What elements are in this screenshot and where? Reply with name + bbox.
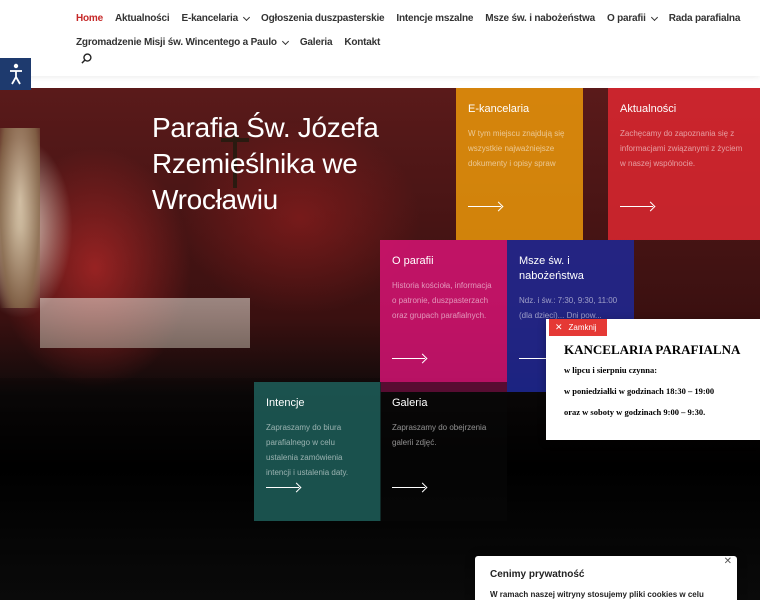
arrow-right-icon xyxy=(392,354,426,362)
tile-desc: Historia kościoła, informacja o patronie… xyxy=(392,281,492,320)
accessibility-button[interactable] xyxy=(0,58,31,90)
tile-title: Intencje xyxy=(266,397,305,409)
nav-item-label: Aktualności xyxy=(114,13,170,24)
nav-item-label: E-kancelaria xyxy=(181,13,238,24)
chevron-down-icon xyxy=(281,37,289,45)
nav-item-label: Rada parafialna xyxy=(668,13,741,24)
nav-item-label: O parafii xyxy=(606,13,646,24)
tile-title: E-kancelaria xyxy=(468,103,530,115)
tile-title: Galeria xyxy=(392,397,428,409)
nav-item-galeria[interactable]: Galeria xyxy=(300,37,333,48)
nav-item-label: Msze św. i nabożeństwa xyxy=(485,13,595,24)
arrow-right-icon xyxy=(620,202,654,210)
tile-title: Msze św. i nabożeństwa xyxy=(519,255,584,282)
popup-line-2: w poniedziałki w godzinach 18:30 – 19:00 xyxy=(564,386,715,396)
popup-line-3: oraz w soboty w godzinach 9:00 – 9:30. xyxy=(564,407,706,417)
search-icon[interactable] xyxy=(81,53,92,64)
chevron-down-icon xyxy=(650,13,658,21)
page-title: Parafia Św. Józefa Rzemieślnika we Wrocł… xyxy=(152,112,379,215)
nav-item-intencje-mszalne[interactable]: Intencje mszalne xyxy=(396,13,473,24)
nav-item-label: Galeria xyxy=(299,37,333,48)
wheelchair-icon xyxy=(9,63,22,85)
nav-item-label: Intencje mszalne xyxy=(396,13,474,24)
nav-item-zgromadzenie-misji-w-wincentego-a-paulo[interactable]: Zgromadzenie Misji św. Wincentego a Paul… xyxy=(76,37,289,48)
office-hours-popup: KANCELARIA PARAFIALNA w lipcu i sierpniu… xyxy=(546,319,760,440)
popup-close-label: Zamknij xyxy=(568,323,597,332)
nav-item-rada-parafialna[interactable]: Rada parafialna xyxy=(668,13,741,24)
nav-item-msze-w-i-nabo-e-stwa[interactable]: Msze św. i nabożeństwa xyxy=(485,13,595,24)
tile-title: Aktualności xyxy=(620,103,677,115)
altar-image xyxy=(40,298,250,348)
site-header: Home Aktualności E-kancelaria Ogłoszenia du… xyxy=(0,0,760,76)
nav-item-o-parafii[interactable]: O parafii xyxy=(606,13,658,24)
arrow-right-icon xyxy=(468,202,502,210)
privacy-close-icon[interactable]: ✕ xyxy=(724,556,732,567)
nav-item-label: Ogłoszenia duszpasterskie xyxy=(261,13,385,24)
tile-galeria[interactable]: Galeria Zapraszamy do obejrzenia galerii… xyxy=(380,382,507,521)
popup-line-1: w lipcu i sierpniu czynna: xyxy=(564,365,658,375)
arrow-right-icon xyxy=(392,483,426,491)
privacy-text: W ramach naszej witryny stosujemy pliki … xyxy=(490,590,704,599)
nav-item-label: Home xyxy=(76,13,103,24)
tile-desc: Zachęcamy do zapoznania się z informacja… xyxy=(620,129,743,168)
tile-desc: Zapraszamy do biura parafialnego w celu … xyxy=(266,423,349,477)
nav-item-label: Zgromadzenie Misji św. Wincentego a Paul… xyxy=(76,37,277,48)
main-nav-row-2: Zgromadzenie Misji św. Wincentego a Paul… xyxy=(76,37,392,48)
popup-title: KANCELARIA PARAFIALNA xyxy=(564,342,741,357)
privacy-title: Cenimy prywatność xyxy=(490,569,585,580)
nav-item-aktualno-ci[interactable]: Aktualności xyxy=(114,13,170,24)
tile-desc: Zapraszamy do obejrzenia galerii zdjęć. xyxy=(392,423,487,447)
arrow-right-icon xyxy=(266,483,300,491)
nav-item-e-kancelaria[interactable]: E-kancelaria xyxy=(181,13,251,24)
statue-image xyxy=(0,128,40,308)
nav-item-kontakt[interactable]: Kontakt xyxy=(344,37,380,48)
nav-item-home[interactable]: Home xyxy=(76,13,103,24)
tile-title: O parafii xyxy=(392,255,434,267)
main-nav-row-1: Home Aktualności E-kancelaria Ogłoszenia du… xyxy=(76,13,752,24)
tile-ekancelaria[interactable]: E-kancelaria W tym miejscu znajdują się … xyxy=(456,88,583,240)
nav-item-label: Kontakt xyxy=(344,37,381,48)
close-icon: ✕ xyxy=(555,322,563,332)
tile-o-parafii[interactable]: O parafii Historia kościoła, informacja … xyxy=(380,240,507,392)
tile-aktualnosci[interactable]: Aktualności Zachęcamy do zapoznania się … xyxy=(608,88,760,240)
privacy-notice: Cenimy prywatność W ramach naszej witryn… xyxy=(475,556,737,600)
tile-intencje[interactable]: Intencje Zapraszamy do biura parafialneg… xyxy=(254,382,381,521)
tile-desc: W tym miejscu znajdują się wszystkie naj… xyxy=(468,129,565,168)
nav-item-og-oszenia-duszpasterskie[interactable]: Ogłoszenia duszpasterskie xyxy=(261,13,385,24)
chevron-down-icon xyxy=(242,13,251,21)
popup-close-button[interactable]: ✕ Zamknij xyxy=(549,319,607,336)
